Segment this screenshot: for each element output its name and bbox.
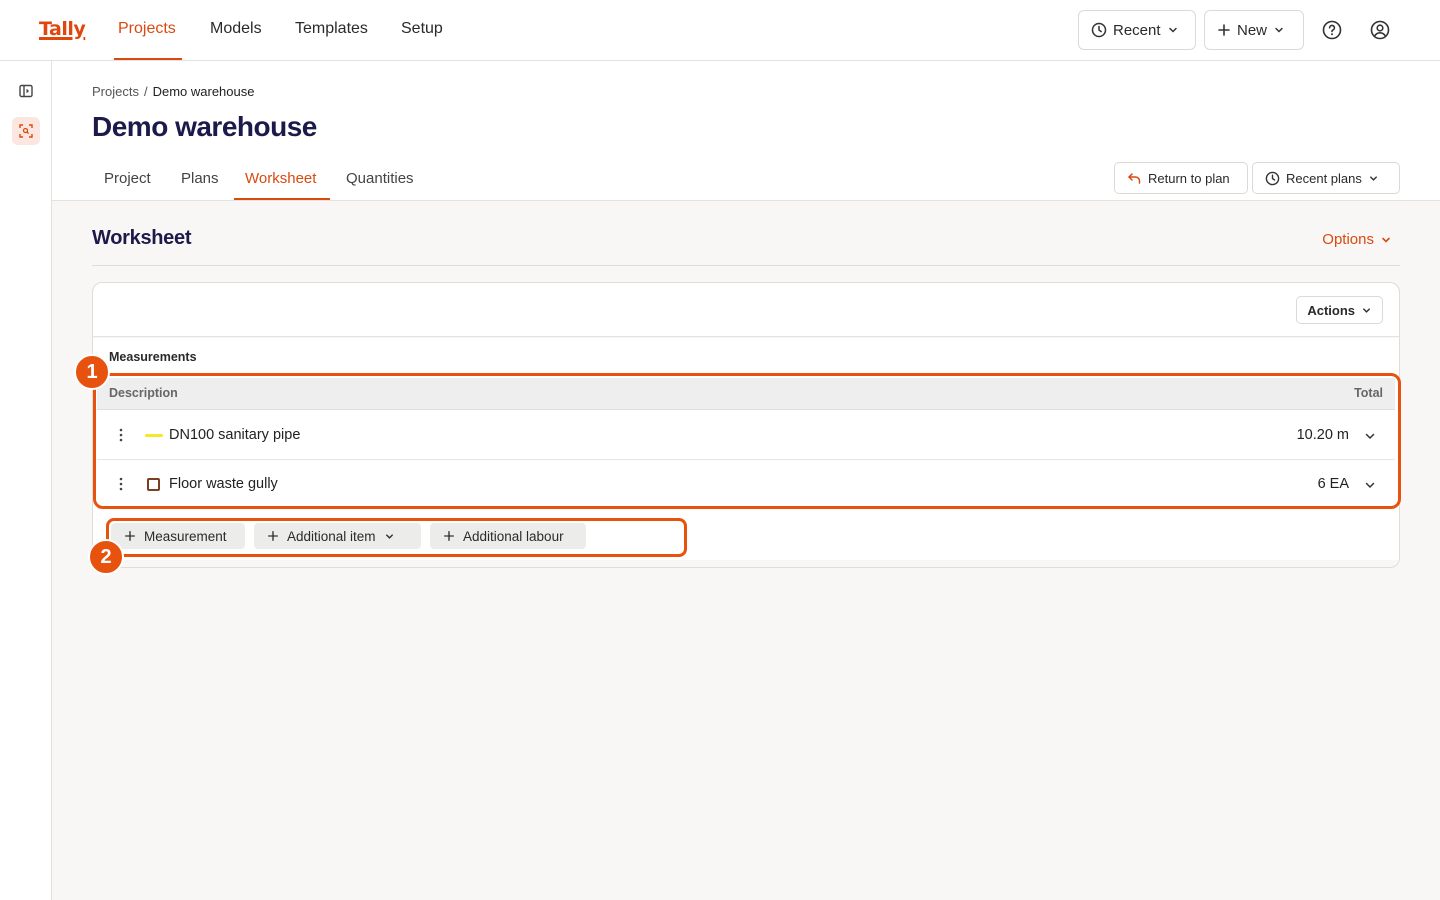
highlight-box-1 [93,373,1401,509]
nav-projects[interactable]: Projects [118,20,176,38]
breadcrumb: Projects / Demo warehouse [92,84,254,99]
recent-plans-label: Recent plans [1286,170,1362,186]
tab-quantities[interactable]: Quantities [346,170,414,187]
top-navbar: Tally Projects Models Templates Setup Re… [0,0,1440,61]
chevron-down-icon [1369,175,1377,181]
breadcrumb-current: Demo warehouse [152,84,255,99]
tab-active-indicator [234,198,330,200]
nav-models[interactable]: Models [210,20,262,38]
actions-label: Actions [1307,302,1355,318]
nav-templates[interactable]: Templates [295,20,368,38]
page-header: Projects / Demo warehouse Demo warehouse… [52,61,1440,201]
chevron-down-icon [1363,307,1370,313]
clock-icon [1091,22,1107,38]
sidebar-scan-button[interactable] [12,117,40,145]
help-icon[interactable] [1322,20,1342,40]
recent-button[interactable]: Recent [1078,10,1196,50]
user-icon[interactable] [1370,20,1390,40]
scan-icon [19,124,33,138]
recent-plans-button[interactable]: Recent plans [1252,162,1400,194]
tab-plans[interactable]: Plans [181,170,219,187]
page-title: Demo warehouse [92,111,317,142]
return-to-plan-label: Return to plan [1148,170,1230,186]
breadcrumb-separator: / [143,84,148,99]
measurements-label: Measurements [109,350,197,364]
options-dropdown[interactable]: Options [1322,231,1392,248]
return-to-plan-button[interactable]: Return to plan [1114,162,1248,194]
actions-button[interactable]: Actions [1296,296,1383,324]
nav-active-indicator [114,58,182,60]
recent-label: Recent [1113,21,1161,39]
plus-icon [1218,24,1230,36]
highlight-box-2 [106,518,687,557]
worksheet-title: Worksheet [92,227,192,249]
nav-setup[interactable]: Setup [401,20,443,38]
tab-project[interactable]: Project [104,170,151,187]
annotation-badge-2: 2 [88,539,124,575]
section-divider [92,265,1400,266]
chevron-down-icon [1168,27,1177,33]
tally-logo[interactable]: Tally [39,18,86,40]
breadcrumb-projects[interactable]: Projects [92,84,139,99]
chevron-down-icon [1382,237,1390,243]
card-toolbar: Actions [93,283,1399,337]
options-label: Options [1322,231,1374,248]
annotation-badge-1: 1 [74,354,110,390]
return-arrow-icon [1128,172,1141,184]
left-sidebar [0,61,52,900]
sidebar-toggle-button[interactable] [12,77,40,105]
chevron-down-icon [1275,27,1283,33]
new-button[interactable]: New [1204,10,1304,50]
new-label: New [1237,21,1268,39]
tab-worksheet[interactable]: Worksheet [245,170,316,187]
clock-icon [1265,171,1280,185]
sidebar-toggle-icon [19,84,33,98]
